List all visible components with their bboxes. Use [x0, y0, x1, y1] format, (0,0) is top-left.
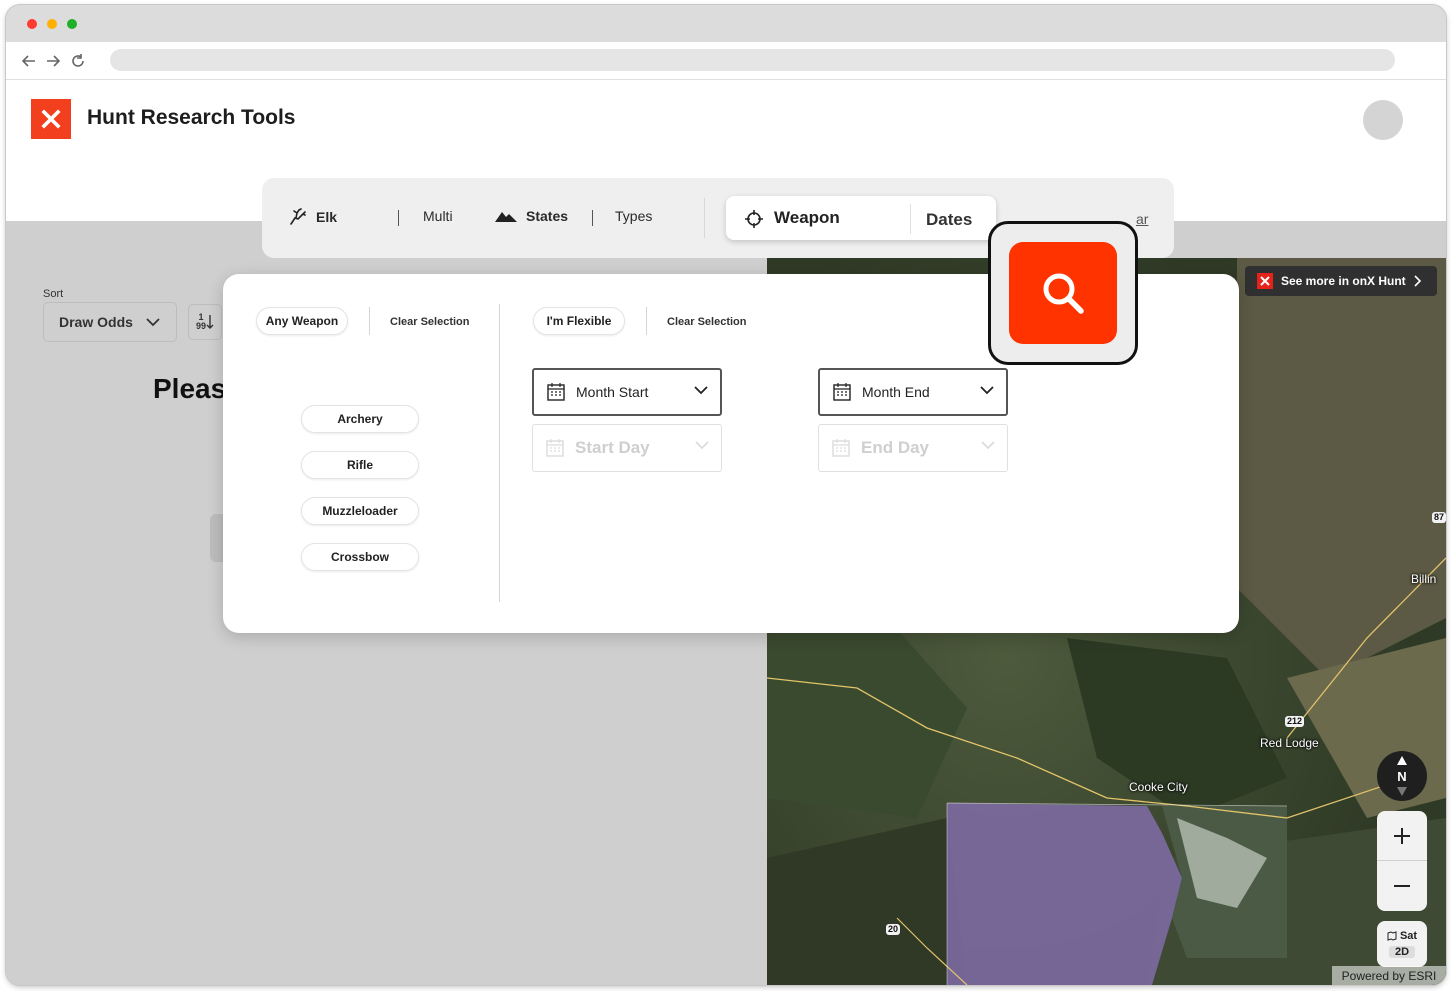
- flexible-dates-button[interactable]: I'm Flexible: [533, 307, 625, 335]
- month-start-select[interactable]: Month Start: [532, 368, 722, 416]
- browser-window: Hunt Research Tools Sort Draw Odds 1 99 …: [6, 5, 1446, 985]
- end-day-select[interactable]: End Day: [818, 424, 1008, 472]
- weapon-option-rifle[interactable]: Rifle: [301, 451, 419, 479]
- weapon-clear-selection[interactable]: Clear Selection: [390, 316, 469, 328]
- calendar-icon: [547, 383, 565, 401]
- highway-shield-212: 212: [1285, 716, 1305, 727]
- zoom-controls: [1377, 811, 1427, 911]
- multi-selector[interactable]: Multi: [423, 208, 453, 224]
- sort-select[interactable]: Draw Odds: [43, 302, 177, 342]
- clear-all-link[interactable]: ar: [1136, 211, 1148, 227]
- map-type-label: Sat: [1399, 930, 1418, 942]
- month-start-label: Month Start: [576, 384, 649, 400]
- url-field[interactable]: [110, 49, 1395, 71]
- chevron-down-icon: [146, 318, 160, 327]
- search-button-highlight: [988, 221, 1138, 365]
- any-weapon-button[interactable]: Any Weapon: [256, 307, 348, 335]
- calendar-icon: [833, 383, 851, 401]
- sort-value: Draw Odds: [59, 314, 133, 330]
- mountain-icon: [495, 212, 517, 222]
- month-end-select[interactable]: Month End: [818, 368, 1008, 416]
- species-selector[interactable]: Elk: [288, 208, 337, 226]
- compass-label: N: [1397, 768, 1407, 784]
- map-label-billings: Billin: [1411, 572, 1437, 586]
- start-day-label: Start Day: [575, 438, 650, 457]
- panel-divider: [499, 304, 500, 602]
- weapon-label: Weapon: [774, 208, 840, 227]
- banner-text: See more in onX Hunt: [1281, 274, 1406, 288]
- map-layers-icon: [1387, 931, 1397, 941]
- chevron-down-icon: [694, 386, 708, 395]
- zoom-in-button[interactable]: [1377, 811, 1427, 861]
- dates-tab[interactable]: Dates: [926, 210, 972, 230]
- reload-icon[interactable]: [69, 52, 87, 70]
- calendar-icon: [546, 439, 564, 457]
- chevron-down-icon: [981, 441, 995, 450]
- multi-label: Multi: [423, 208, 453, 224]
- highway-shield-20: 20: [886, 924, 901, 935]
- separator: [704, 198, 705, 238]
- app-title: Hunt Research Tools: [87, 106, 296, 129]
- highway-shield-87: 87: [1432, 512, 1446, 523]
- types-selector[interactable]: Types: [615, 208, 652, 224]
- address-bar: [6, 42, 1446, 80]
- dates-clear-selection[interactable]: Clear Selection: [667, 316, 746, 328]
- x-logo-icon: [41, 109, 61, 129]
- map-attribution: Powered by ESRI: [1332, 966, 1446, 985]
- states-label: States: [526, 208, 569, 224]
- empty-state-message: Pleas: [153, 373, 227, 404]
- weapon-option-muzzleloader[interactable]: Muzzleloader: [301, 497, 419, 525]
- sort-direction-button[interactable]: 1 99: [188, 304, 222, 340]
- map-label-red-lodge: Red Lodge: [1260, 736, 1319, 750]
- chevron-right-icon: [1414, 275, 1421, 287]
- onx-logo[interactable]: [31, 99, 71, 139]
- end-day-label: End Day: [861, 438, 930, 457]
- weapon-option-crossbow[interactable]: Crossbow: [301, 543, 419, 571]
- map-type-toggle[interactable]: Sat 2D: [1377, 921, 1427, 967]
- chevron-down-icon: [695, 441, 709, 450]
- minimize-window-button[interactable]: [47, 19, 57, 29]
- separator: [592, 210, 593, 226]
- separator: [646, 307, 647, 335]
- app-viewport: Hunt Research Tools Sort Draw Odds 1 99 …: [6, 80, 1446, 985]
- sort-label: Sort: [43, 288, 64, 300]
- view-mode-label: 2D: [1388, 946, 1416, 958]
- separator: [398, 210, 399, 226]
- search-button[interactable]: [1009, 242, 1117, 344]
- onx-hunt-banner[interactable]: See more in onX Hunt: [1245, 266, 1437, 296]
- maximize-window-button[interactable]: [67, 19, 77, 29]
- calendar-icon: [832, 439, 850, 457]
- onx-x-icon: [1257, 273, 1273, 289]
- arrow-down-icon: [206, 315, 214, 329]
- back-arrow-icon[interactable]: [20, 52, 38, 70]
- chevron-down-icon: [980, 386, 994, 395]
- separator: [369, 307, 370, 335]
- minus-icon: [1394, 885, 1410, 887]
- separator: [910, 204, 911, 234]
- states-selector[interactable]: States: [494, 208, 568, 224]
- start-day-select[interactable]: Start Day: [532, 424, 722, 472]
- types-label: Types: [615, 208, 653, 224]
- close-window-button[interactable]: [27, 19, 37, 29]
- forward-arrow-icon[interactable]: [44, 52, 62, 70]
- title-bar: [6, 5, 1446, 42]
- compass-button[interactable]: N: [1377, 751, 1427, 801]
- month-end-label: Month End: [862, 384, 930, 400]
- species-label: Elk: [316, 209, 338, 225]
- elk-icon: [290, 208, 306, 225]
- sort-direction-bottom: 99: [195, 321, 206, 331]
- search-icon: [1043, 273, 1084, 314]
- user-avatar[interactable]: [1363, 100, 1403, 140]
- plus-icon: [1394, 827, 1410, 844]
- map-label-cooke-city: Cooke City: [1129, 780, 1188, 794]
- zoom-out-button[interactable]: [1377, 861, 1427, 911]
- weapon-option-archery[interactable]: Archery: [301, 405, 419, 433]
- crosshair-icon: [745, 210, 763, 228]
